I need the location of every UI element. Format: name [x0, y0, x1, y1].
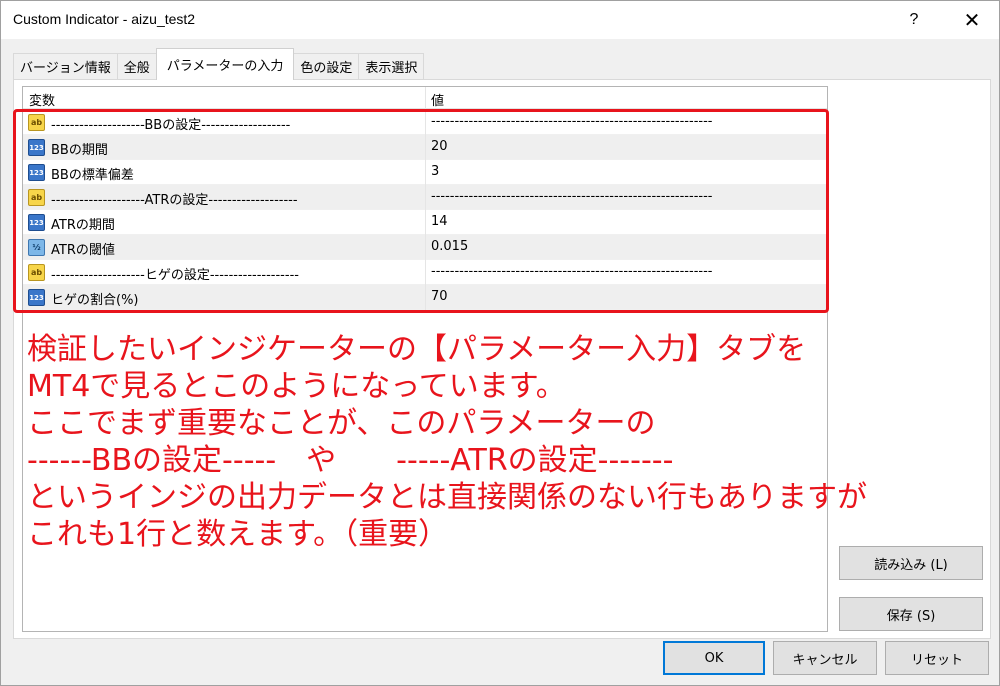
- title-bar: Custom Indicator - aizu_test2 ? ✕: [1, 1, 999, 39]
- help-button[interactable]: ?: [889, 1, 939, 39]
- reset-button[interactable]: リセット: [885, 641, 989, 675]
- ok-button[interactable]: OK: [663, 641, 765, 675]
- annotation-line: ここでまず重要なことが、このパラメーターの: [27, 406, 656, 441]
- highlight-box: [13, 109, 829, 313]
- dialog-window: Custom Indicator - aizu_test2 ? ✕ バージョン情…: [0, 0, 1000, 686]
- close-button[interactable]: ✕: [945, 1, 999, 39]
- annotation-line: これも1行と数えます。（重要）: [27, 517, 449, 552]
- cancel-button[interactable]: キャンセル: [773, 641, 877, 675]
- tab-bar: バージョン情報 全般 パラメーターの入力 色の設定 表示選択: [13, 48, 425, 80]
- column-header-value[interactable]: 値: [431, 90, 444, 109]
- annotation-line: というインジの出力データとは直接関係のない行もありますが: [27, 480, 867, 515]
- tab-parameters[interactable]: パラメーターの入力: [155, 48, 295, 80]
- column-divider[interactable]: [425, 87, 426, 109]
- annotation-line: ------BBの設定----- や -----ATRの設定-------: [27, 443, 674, 478]
- tab-colors[interactable]: 色の設定: [293, 53, 360, 79]
- annotation-text: 検証したいインジケーターの【パラメーター入力】タブを MT4で見るとこのようにな…: [27, 331, 967, 553]
- column-header-variable[interactable]: 変数: [29, 90, 55, 109]
- annotation-line: 検証したいインジケーターの【パラメーター入力】タブを: [27, 332, 807, 367]
- annotation-line: MT4で見るとこのようになっています。: [27, 369, 566, 404]
- tab-version-info[interactable]: バージョン情報: [13, 53, 118, 79]
- window-title: Custom Indicator - aizu_test2: [13, 11, 196, 27]
- tab-general[interactable]: 全般: [116, 53, 157, 79]
- save-button[interactable]: 保存 (S): [839, 597, 983, 631]
- tab-visualization[interactable]: 表示選択: [358, 53, 425, 79]
- grid-header: 変数 値: [23, 87, 827, 109]
